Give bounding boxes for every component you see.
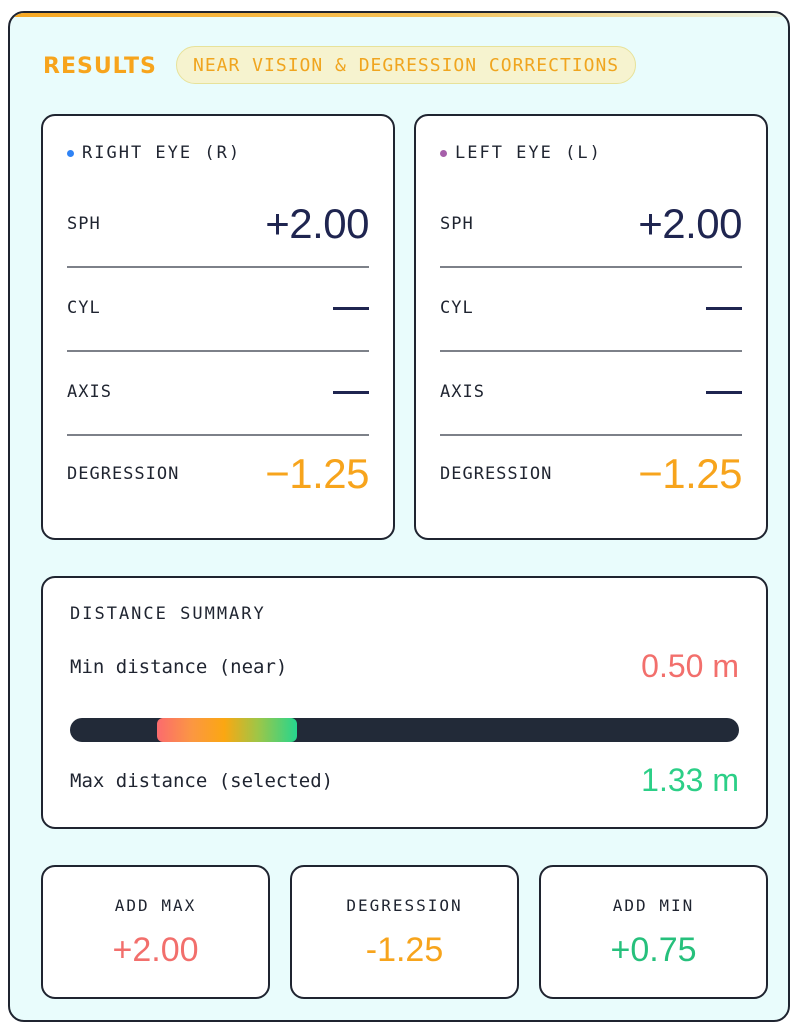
degression-card: DEGRESSION -1.25 bbox=[290, 865, 519, 999]
add-min-value: +0.75 bbox=[610, 931, 697, 969]
left-eye-header: LEFT EYE (L) bbox=[440, 143, 602, 163]
sph-label: SPH bbox=[67, 214, 101, 234]
right-degression-value: −1.25 bbox=[265, 450, 369, 497]
results-panel: RESULTS NEAR VISION & DEGRESSION CORRECT… bbox=[8, 11, 790, 1022]
max-distance-value: 1.33 m bbox=[641, 762, 739, 798]
sph-label: SPH bbox=[440, 214, 474, 234]
right-cyl-row: CYL bbox=[67, 288, 369, 328]
left-axis-value-dash bbox=[706, 390, 742, 394]
right-sph-value: +2.00 bbox=[265, 200, 369, 247]
degression-label: DEGRESSION bbox=[440, 464, 553, 484]
right-eye-header: RIGHT EYE (R) bbox=[67, 143, 241, 163]
distance-range-fill bbox=[156, 718, 298, 742]
row-divider bbox=[440, 434, 742, 436]
row-divider bbox=[67, 350, 369, 352]
left-eye-card: LEFT EYE (L) SPH +2.00 CYL AXIS DEGRESSI… bbox=[414, 114, 768, 540]
row-divider bbox=[67, 434, 369, 436]
degression-card-label: DEGRESSION bbox=[346, 896, 463, 915]
row-divider bbox=[440, 266, 742, 268]
max-distance-label: Max distance (selected) bbox=[70, 769, 334, 792]
left-degression-value: −1.25 bbox=[638, 450, 742, 497]
distance-summary-title: DISTANCE SUMMARY bbox=[70, 604, 266, 624]
row-divider bbox=[440, 350, 742, 352]
left-sph-row: SPH +2.00 bbox=[440, 200, 742, 247]
top-accent-bar bbox=[10, 13, 788, 17]
add-max-card: ADD MAX +2.00 bbox=[41, 865, 270, 999]
axis-label: AXIS bbox=[440, 382, 485, 402]
results-tag-badge: NEAR VISION & DEGRESSION CORRECTIONS bbox=[176, 46, 637, 84]
purple-dot-icon bbox=[440, 149, 447, 157]
cyl-label: CYL bbox=[67, 298, 101, 318]
max-distance-row: Max distance (selected) 1.33 m bbox=[70, 762, 739, 799]
right-sph-row: SPH +2.00 bbox=[67, 200, 369, 247]
min-distance-row: Min distance (near) 0.50 m bbox=[70, 648, 739, 685]
degression-label: DEGRESSION bbox=[67, 464, 180, 484]
degression-card-value: -1.25 bbox=[365, 931, 444, 969]
right-cyl-value-dash bbox=[333, 306, 369, 310]
min-distance-label: Min distance (near) bbox=[70, 655, 288, 678]
right-eye-title: RIGHT EYE (R) bbox=[82, 143, 242, 163]
distance-summary-card: DISTANCE SUMMARY Min distance (near) 0.5… bbox=[41, 576, 768, 829]
axis-label: AXIS bbox=[67, 382, 112, 402]
row-divider bbox=[67, 266, 369, 268]
min-distance-value: 0.50 m bbox=[641, 648, 739, 684]
left-eye-title: LEFT EYE (L) bbox=[455, 143, 602, 163]
add-max-value: +2.00 bbox=[112, 931, 199, 969]
left-sph-value: +2.00 bbox=[638, 200, 742, 247]
right-degression-row: DEGRESSION −1.25 bbox=[67, 450, 369, 497]
left-cyl-value-dash bbox=[706, 306, 742, 310]
right-axis-value-dash bbox=[333, 390, 369, 394]
add-max-label: ADD MAX bbox=[114, 896, 197, 915]
left-degression-row: DEGRESSION −1.25 bbox=[440, 450, 742, 497]
right-eye-card: RIGHT EYE (R) SPH +2.00 CYL AXIS DEGRESS… bbox=[41, 114, 395, 540]
distance-range-bar bbox=[70, 718, 739, 742]
results-title: RESULTS bbox=[43, 54, 157, 79]
left-cyl-row: CYL bbox=[440, 288, 742, 328]
add-min-label: ADD MIN bbox=[612, 896, 695, 915]
cyl-label: CYL bbox=[440, 298, 474, 318]
right-axis-row: AXIS bbox=[67, 372, 369, 412]
add-min-card: ADD MIN +0.75 bbox=[539, 865, 768, 999]
blue-dot-icon bbox=[67, 149, 74, 157]
left-axis-row: AXIS bbox=[440, 372, 742, 412]
